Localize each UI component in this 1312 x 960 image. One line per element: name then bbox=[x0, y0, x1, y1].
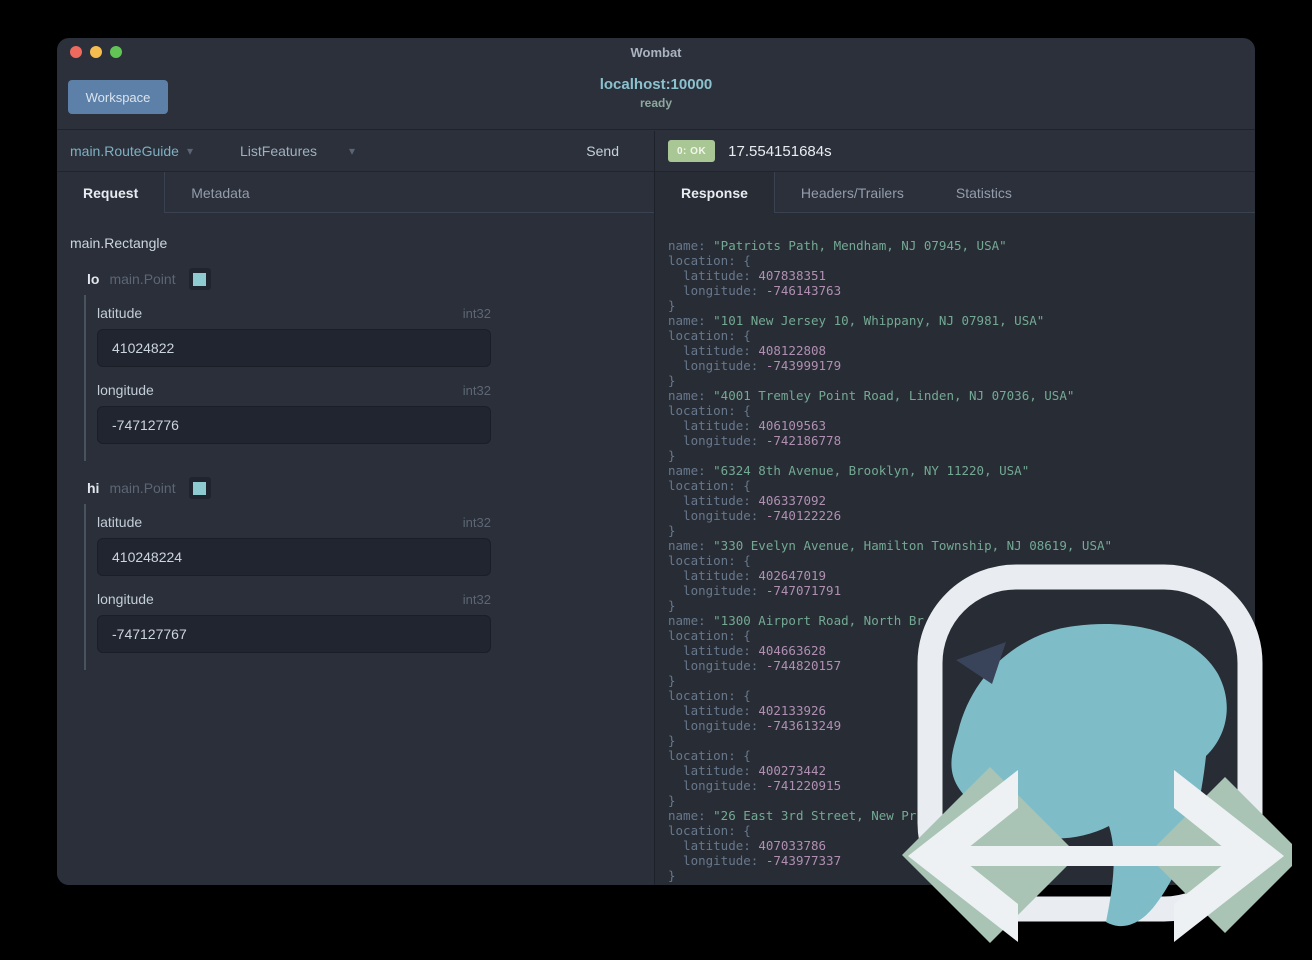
chevron-down-icon: ▾ bbox=[186, 144, 193, 158]
tab-response[interactable]: Response bbox=[655, 172, 775, 213]
field-message-type: main.Point bbox=[109, 480, 176, 496]
field-label: latitude bbox=[97, 305, 143, 321]
response-line: longitude: -746143763 bbox=[668, 283, 842, 298]
field-group-header-hi: hi main.Point bbox=[87, 477, 641, 499]
titlebar: Wombat bbox=[57, 38, 1255, 66]
request-form: main.Rectangle lo main.Point latitude in… bbox=[57, 213, 654, 885]
field-type: int32 bbox=[462, 515, 491, 530]
response-line: } bbox=[668, 298, 676, 313]
response-line: } bbox=[668, 523, 676, 538]
service-select-value: main.RouteGuide bbox=[70, 143, 179, 159]
host-address: localhost:10000 bbox=[599, 76, 713, 93]
method-select[interactable]: ListFeatures ▾ bbox=[240, 143, 355, 159]
request-toolbar: main.RouteGuide ▾ ListFeatures ▾ Send bbox=[57, 131, 654, 172]
response-line: latitude: 408122808 bbox=[668, 343, 827, 358]
tab-statistics[interactable]: Statistics bbox=[930, 172, 1038, 213]
checkbox-checked-icon bbox=[193, 481, 207, 495]
response-line: latitude: 407838351 bbox=[668, 268, 827, 283]
response-line: } bbox=[668, 373, 676, 388]
tab-metadata[interactable]: Metadata bbox=[165, 172, 275, 213]
response-line: latitude: 406337092 bbox=[668, 493, 827, 508]
window-title: Wombat bbox=[630, 44, 682, 60]
response-line: location: { bbox=[668, 403, 751, 418]
traffic-light-close-button[interactable] bbox=[70, 46, 82, 58]
response-duration: 17.554151684s bbox=[728, 142, 832, 160]
response-line: name: "101 New Jersey 10, Whippany, NJ 0… bbox=[668, 313, 1045, 328]
traffic-light-minimize-button[interactable] bbox=[90, 46, 102, 58]
method-select-value: ListFeatures bbox=[239, 143, 318, 159]
field-label: longitude bbox=[97, 591, 154, 607]
field-group-hi: latitude int32 longitude int32 bbox=[84, 504, 641, 670]
service-select[interactable]: main.RouteGuide ▾ bbox=[70, 143, 193, 159]
response-line: name: "6324 8th Avenue, Brooklyn, NY 112… bbox=[668, 463, 1030, 478]
hi-longitude-input[interactable] bbox=[97, 615, 491, 653]
request-pane: main.RouteGuide ▾ ListFeatures ▾ Send Re… bbox=[57, 131, 655, 885]
response-line: longitude: -743999179 bbox=[668, 358, 842, 373]
field-lo-longitude: longitude int32 bbox=[97, 382, 491, 444]
hi-latitude-input[interactable] bbox=[97, 538, 491, 576]
field-lo-latitude: latitude int32 bbox=[97, 305, 491, 367]
field-group-lo: latitude int32 longitude int32 bbox=[84, 295, 641, 461]
response-line: location: { bbox=[668, 328, 751, 343]
lo-latitude-input[interactable] bbox=[97, 329, 491, 367]
field-hi-longitude: longitude int32 bbox=[97, 591, 491, 653]
field-group-header-lo: lo main.Point bbox=[87, 268, 641, 290]
lo-longitude-input[interactable] bbox=[97, 406, 491, 444]
message-type-label: main.Rectangle bbox=[70, 235, 168, 251]
request-tabs: Request Metadata bbox=[57, 172, 654, 213]
response-line: name: "4001 Tremley Point Road, Linden, … bbox=[668, 388, 1075, 403]
status-code-badge: 0: OK bbox=[668, 140, 716, 162]
response-line: location: { bbox=[668, 253, 751, 268]
field-label: longitude bbox=[97, 382, 154, 398]
response-line: longitude: -742186778 bbox=[668, 433, 842, 448]
traffic-light-zoom-button[interactable] bbox=[110, 46, 122, 58]
response-line: latitude: 406109563 bbox=[668, 418, 827, 433]
response-toolbar: 0: OK 17.554151684s bbox=[655, 131, 1255, 172]
wombat-logo-overlay bbox=[902, 564, 1292, 943]
response-line: name: "330 Evelyn Avenue, Hamilton Towns… bbox=[668, 538, 1113, 553]
field-name: hi bbox=[87, 480, 100, 496]
tab-headers-trailers[interactable]: Headers/Trailers bbox=[775, 172, 930, 213]
tab-request[interactable]: Request bbox=[57, 172, 166, 213]
send-button[interactable]: Send bbox=[586, 143, 619, 159]
chevron-down-icon: ▾ bbox=[349, 144, 356, 158]
connection-status: ready bbox=[639, 96, 673, 110]
header: Workspace localhost:10000 ready bbox=[57, 66, 1255, 130]
field-hi-latitude: latitude int32 bbox=[97, 514, 491, 576]
response-line: location: { bbox=[668, 478, 751, 493]
field-label: latitude bbox=[97, 514, 143, 530]
hi-point-checkbox[interactable] bbox=[188, 477, 211, 499]
response-line: longitude: -740122226 bbox=[668, 508, 842, 523]
lo-point-checkbox[interactable] bbox=[188, 268, 211, 290]
field-type: int32 bbox=[462, 383, 491, 398]
field-type: int32 bbox=[462, 306, 491, 321]
checkbox-checked-icon bbox=[193, 272, 207, 286]
field-type: int32 bbox=[462, 592, 491, 607]
response-line: name: "Patriots Path, Mendham, NJ 07945,… bbox=[668, 238, 1007, 253]
field-message-type: main.Point bbox=[109, 271, 176, 287]
response-tabs: Response Headers/Trailers Statistics bbox=[655, 172, 1255, 213]
field-name: lo bbox=[87, 271, 100, 287]
response-line: } bbox=[668, 448, 676, 463]
